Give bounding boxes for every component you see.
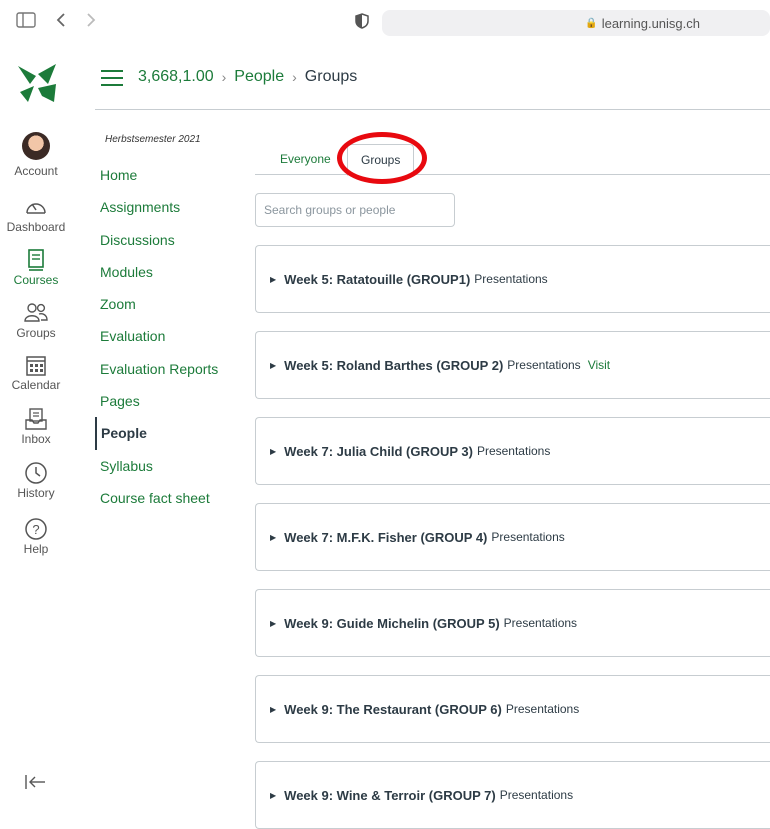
help-icon: ? [25, 518, 47, 540]
expand-triangle-icon[interactable]: ▶ [270, 533, 276, 542]
expand-triangle-icon[interactable]: ▶ [270, 361, 276, 370]
term-label: Herbstsemester 2021 [105, 134, 201, 145]
group-category: Presentations [507, 358, 581, 372]
groups-icon [24, 303, 48, 322]
back-icon[interactable] [56, 12, 66, 32]
people-tabs: Everyone Groups [255, 140, 770, 176]
group-row[interactable]: ▶ Week 9: Guide Michelin (GROUP 5) Prese… [255, 589, 770, 657]
expand-triangle-icon[interactable]: ▶ [270, 619, 276, 628]
expand-triangle-icon[interactable]: ▶ [270, 791, 276, 800]
avatar [22, 132, 50, 160]
url-text: learning.unisg.ch [601, 15, 700, 31]
breadcrumb-separator-icon: › [292, 69, 297, 85]
group-name: Week 9: Wine & Terroir (GROUP 7) [284, 787, 496, 803]
forward-icon[interactable] [86, 12, 96, 32]
group-category: Presentations [503, 616, 578, 630]
nav-groups[interactable]: Groups [0, 302, 72, 340]
nav-history-label: History [17, 486, 55, 500]
course-nav-assignments[interactable]: Assignments [95, 191, 245, 223]
history-icon [25, 462, 47, 484]
nav-dashboard-label: Dashboard [6, 220, 66, 234]
lock-icon: 🔒 [585, 17, 598, 29]
group-category: Presentations [499, 788, 574, 802]
visit-link[interactable]: Visit [588, 358, 610, 372]
course-nav-discussions[interactable]: Discussions [95, 224, 245, 256]
course-nav-zoom[interactable]: Zoom [95, 288, 245, 320]
university-logo[interactable] [16, 62, 58, 104]
search-input[interactable] [255, 193, 455, 227]
calendar-icon [26, 356, 46, 376]
nav-account[interactable]: Account [0, 132, 72, 178]
course-nav-pages[interactable]: Pages [95, 385, 245, 417]
group-name: Week 7: Julia Child (GROUP 3) [284, 443, 473, 459]
expand-triangle-icon[interactable]: ▶ [270, 705, 276, 714]
group-category: Presentations [476, 444, 551, 458]
nav-account-label: Account [14, 164, 58, 178]
group-category: Presentations [491, 530, 565, 544]
nav-groups-label: Groups [16, 326, 56, 340]
nav-help-label: Help [23, 542, 49, 556]
breadcrumb-separator-icon: › [221, 69, 227, 85]
address-bar[interactable]: 🔒 learning.unisg.ch [382, 10, 770, 36]
course-nav-evaluation[interactable]: Evaluation [95, 320, 245, 352]
course-nav: Herbstsemester 2021 Home Assignments Dis… [95, 130, 245, 514]
nav-calendar[interactable]: Calendar [0, 354, 72, 392]
breadcrumb: 3,668,1.00 › People › Groups [138, 68, 357, 86]
group-name: Week 5: Ratatouille (GROUP1) [284, 271, 471, 287]
group-row[interactable]: ▶ Week 9: The Restaurant (GROUP 6) Prese… [255, 675, 770, 743]
group-row[interactable]: ▶ Week 7: Julia Child (GROUP 3) Presenta… [255, 417, 770, 485]
privacy-shield-icon[interactable] [355, 13, 369, 29]
expand-triangle-icon[interactable]: ▶ [270, 275, 276, 284]
dashboard-icon [26, 203, 46, 214]
red-circle-annotation [337, 132, 427, 184]
course-header: 3,668,1.00 › People › Groups [95, 46, 770, 110]
nav-inbox-label: Inbox [21, 432, 51, 446]
course-nav-syllabus[interactable]: Syllabus [95, 450, 245, 482]
group-row[interactable]: ▶ Week 9: Wine & Terroir (GROUP 7) Prese… [255, 761, 770, 829]
inbox-icon [25, 408, 47, 430]
nav-inbox[interactable]: Inbox [0, 408, 72, 446]
expand-triangle-icon[interactable]: ▶ [270, 447, 276, 456]
group-row[interactable]: ▶ Week 5: Ratatouille (GROUP1) Presentat… [255, 245, 770, 313]
nav-history[interactable]: History [0, 462, 72, 500]
course-nav-evaluation-reports[interactable]: Evaluation Reports [95, 353, 245, 385]
course-menu-toggle-icon[interactable] [101, 70, 123, 86]
collapse-nav-icon[interactable] [24, 774, 46, 795]
course-nav-people[interactable]: People [95, 417, 245, 450]
nav-courses[interactable]: Courses [0, 249, 72, 287]
courses-icon [28, 249, 44, 271]
breadcrumb-current: Groups [304, 68, 358, 85]
course-nav-modules[interactable]: Modules [95, 256, 245, 288]
global-nav: Account Dashboard Courses Groups Calenda… [0, 46, 72, 798]
browser-toolbar: 🔒 learning.unisg.ch [0, 0, 770, 46]
course-nav-home[interactable]: Home [95, 159, 245, 191]
group-name: Week 5: Roland Barthes (GROUP 2) [284, 357, 504, 373]
breadcrumb-course[interactable]: 3,668,1.00 [138, 68, 214, 86]
group-row[interactable]: ▶ Week 7: M.F.K. Fisher (GROUP 4) Presen… [255, 503, 770, 571]
group-category: Presentations [474, 272, 548, 286]
course-nav-course-fact-sheet[interactable]: Course fact sheet [95, 482, 245, 514]
nav-courses-label: Courses [13, 273, 59, 287]
sidebar-toggle-icon[interactable] [16, 12, 36, 32]
tab-everyone[interactable]: Everyone [280, 152, 331, 166]
nav-dashboard[interactable]: Dashboard [0, 196, 72, 234]
group-category: Presentations [505, 702, 580, 716]
group-row[interactable]: ▶ Week 5: Roland Barthes (GROUP 2) Prese… [255, 331, 770, 399]
nav-help[interactable]: ? Help [0, 518, 72, 556]
svg-text:?: ? [32, 522, 39, 537]
group-name: Week 7: M.F.K. Fisher (GROUP 4) [284, 529, 488, 545]
nav-calendar-label: Calendar [11, 378, 61, 392]
breadcrumb-people[interactable]: People [234, 68, 284, 86]
group-name: Week 9: The Restaurant (GROUP 6) [284, 701, 502, 717]
group-name: Week 9: Guide Michelin (GROUP 5) [284, 615, 500, 631]
